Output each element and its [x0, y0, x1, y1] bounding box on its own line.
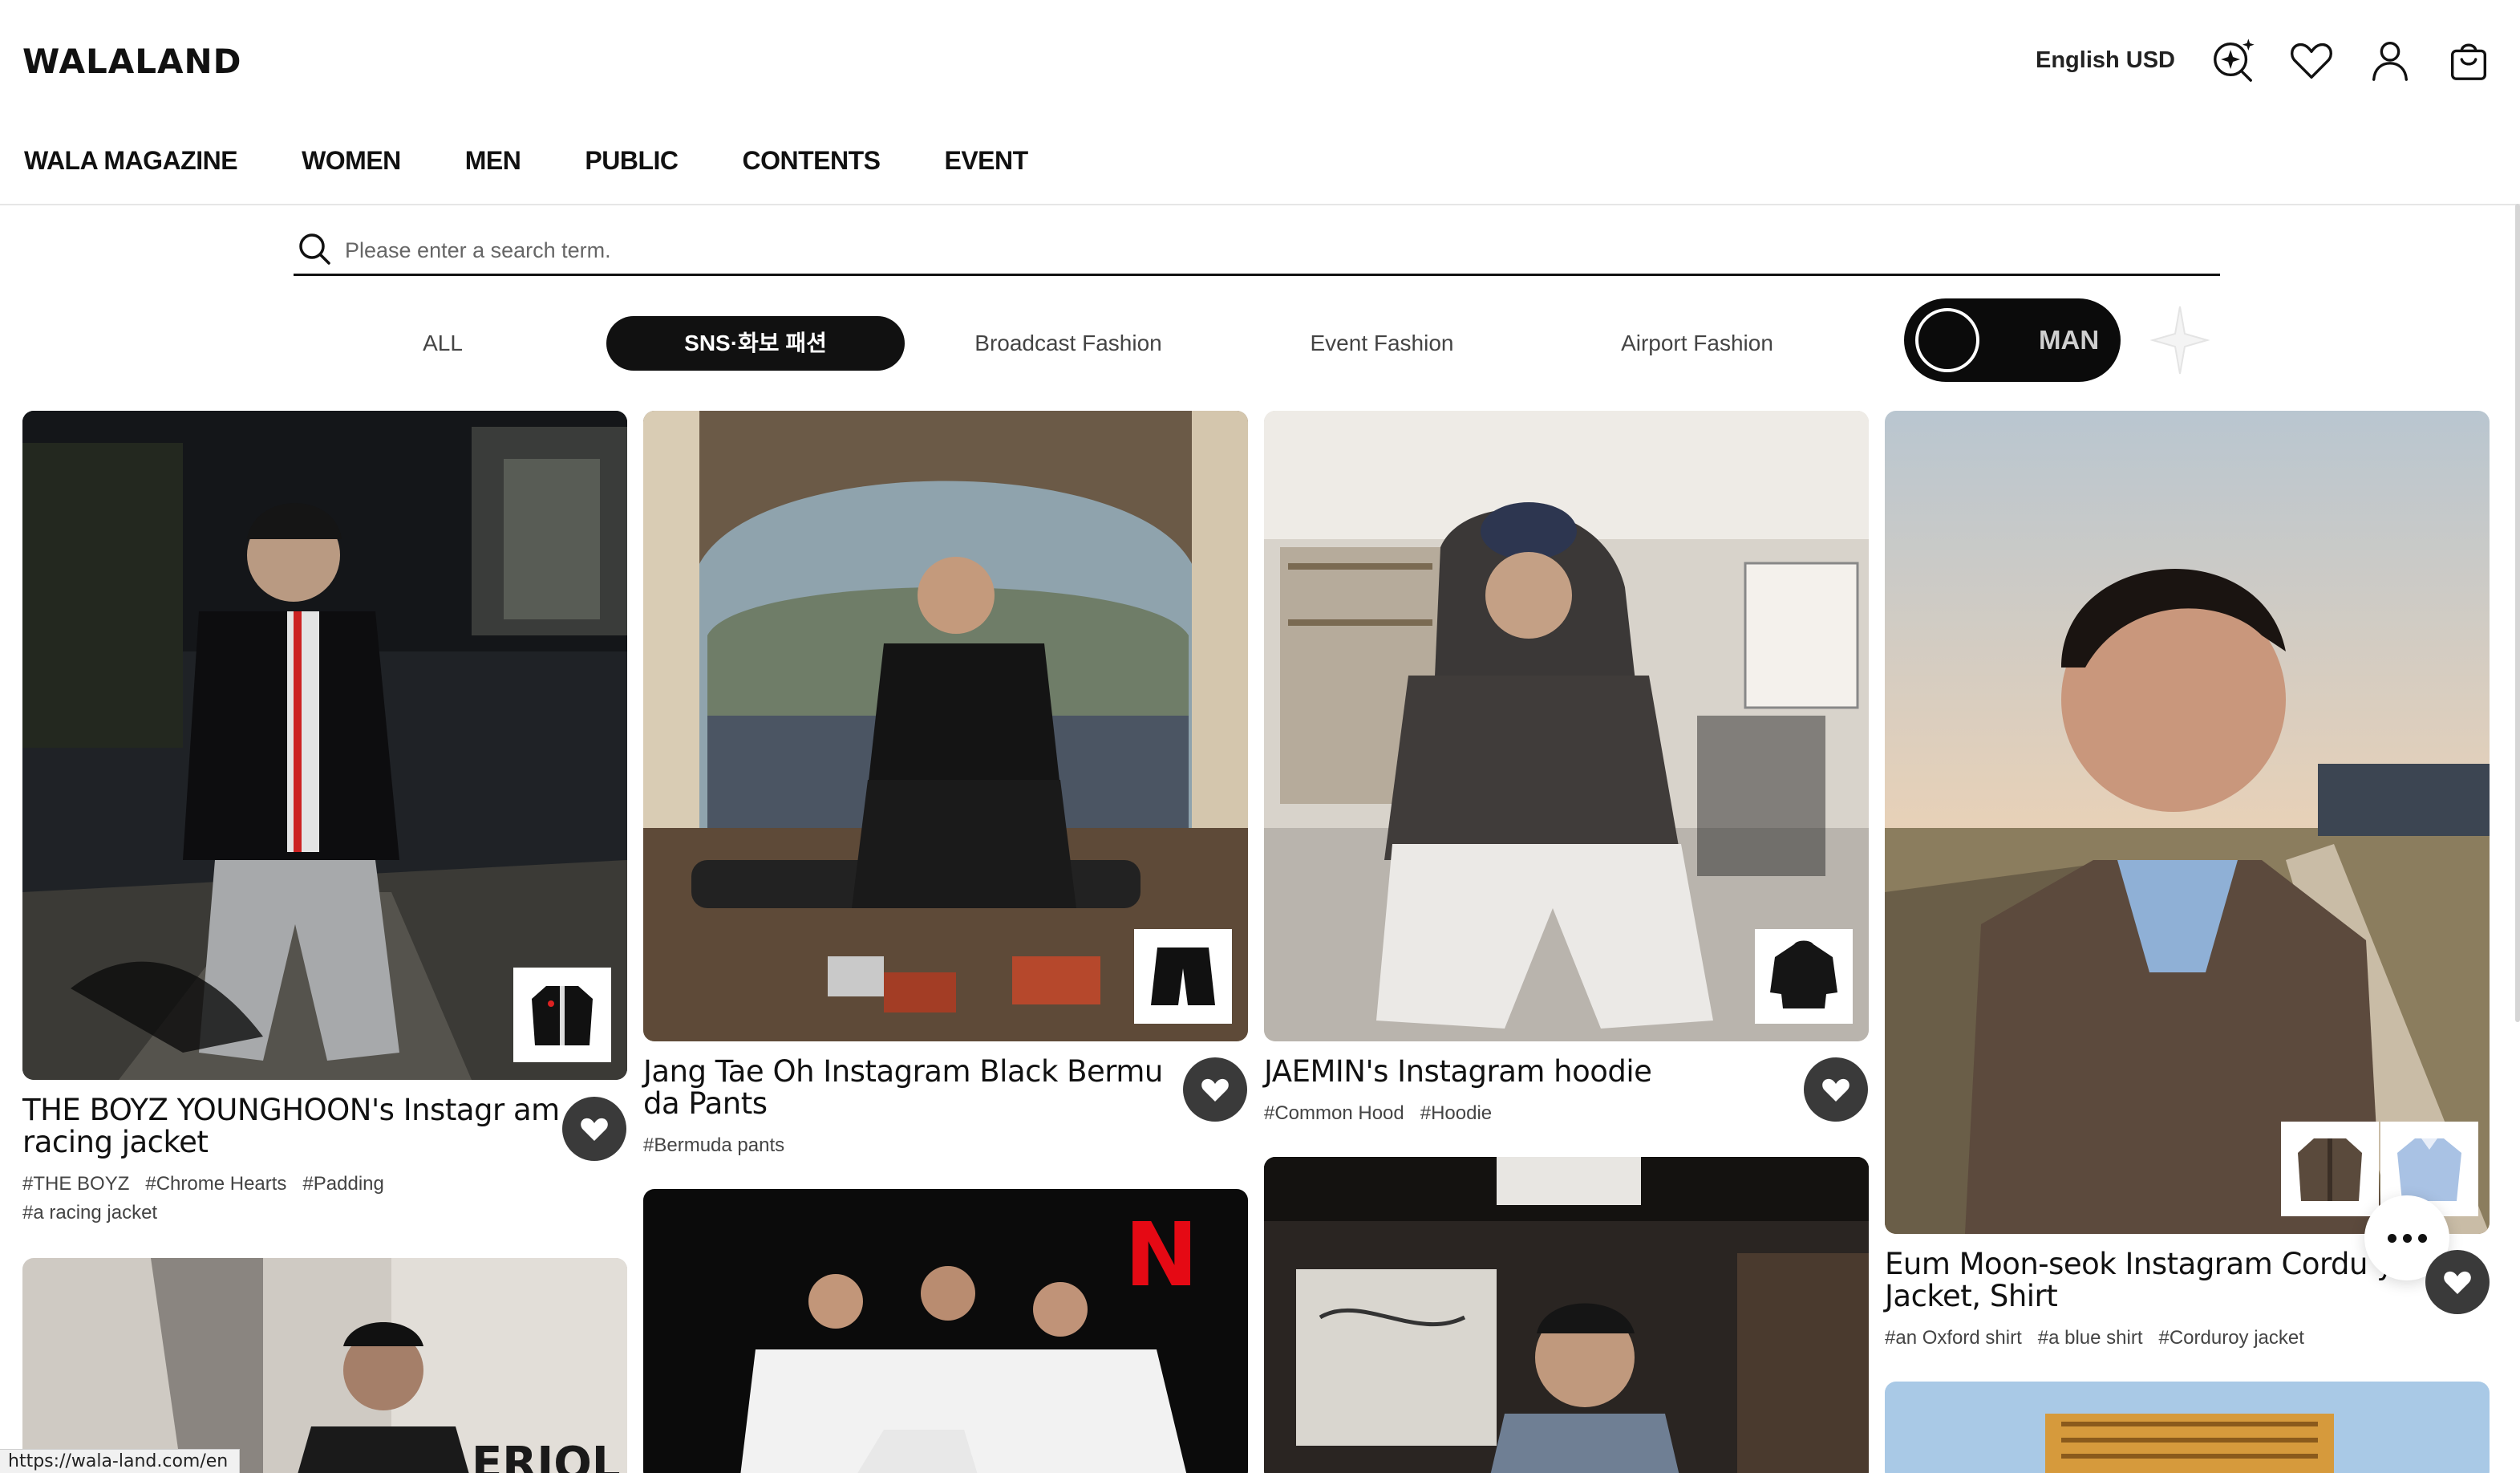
page-scrollbar[interactable] — [2515, 204, 2520, 1022]
tag[interactable]: #Corduroy jacket — [2159, 1327, 2304, 1349]
header-actions: English USD — [2036, 32, 2493, 88]
like-button[interactable] — [1183, 1057, 1247, 1122]
svg-text:ERIOL: ERIOL — [472, 1438, 621, 1473]
card-title[interactable]: Jang Tae Oh Instagram Black Bermu da Pan… — [643, 1056, 1189, 1120]
tag[interactable]: #Hoodie — [1420, 1102, 1492, 1124]
product-thumb-corduroy-jacket[interactable] — [2281, 1122, 2379, 1216]
card-image-eum-moon-seok[interactable] — [1885, 411, 2490, 1234]
card-image-5[interactable]: ERIOL — [22, 1258, 627, 1473]
user-icon[interactable] — [2366, 36, 2414, 84]
dot — [2387, 1233, 2396, 1243]
card-tags: #an Oxford shirt #a blue shirt #Corduroy j… — [1885, 1324, 2446, 1353]
like-button[interactable] — [2425, 1250, 2490, 1314]
heart-filled-icon — [581, 1118, 608, 1141]
heart-filled-icon — [2444, 1271, 2471, 1294]
tag[interactable]: #an Oxford shirt — [1885, 1327, 2022, 1349]
tag[interactable]: #Bermuda pants — [643, 1134, 784, 1156]
heart-icon[interactable] — [2287, 36, 2336, 84]
tab-event-fashion[interactable]: Event Fashion — [1283, 316, 1481, 371]
tag[interactable]: #Common Hood — [1264, 1102, 1404, 1124]
card-image-restaurant[interactable] — [1264, 1157, 1869, 1473]
product-thumb-racing-jacket[interactable] — [513, 968, 611, 1062]
product-thumb-hoodie[interactable] — [1755, 929, 1853, 1024]
svg-text:N: N — [1124, 1203, 1198, 1306]
tag[interactable]: #Chrome Hearts — [145, 1173, 286, 1195]
like-button[interactable] — [562, 1097, 626, 1161]
ai-search-icon[interactable] — [2209, 36, 2257, 84]
main-navigation: WALA MAGAZINE WOMEN MEN PUBLIC CONTENTS … — [24, 146, 1028, 176]
tab-all[interactable]: ALL — [346, 316, 539, 371]
card-image-netflix-group[interactable]: N — [643, 1189, 1248, 1473]
card-title[interactable]: JAEMIN's Instagram hoodie — [1264, 1056, 1809, 1088]
card-title[interactable]: THE BOYZ YOUNGHOON's Instagr am racing j… — [22, 1094, 568, 1159]
dot — [2402, 1233, 2412, 1243]
tag[interactable]: #Padding — [302, 1173, 383, 1195]
nav-contents[interactable]: CONTENTS — [742, 146, 881, 176]
sparkle-icon — [2149, 306, 2210, 375]
gender-toggle[interactable]: MAN — [1904, 298, 2121, 382]
tab-broadcast-fashion[interactable]: Broadcast Fashion — [959, 316, 1177, 371]
search-icon — [299, 233, 330, 265]
heart-filled-icon — [1201, 1078, 1229, 1102]
card-image-younghoon[interactable] — [22, 411, 627, 1080]
card-tags: #Common Hood #Hoodie — [1264, 1099, 1825, 1128]
nav-wala-magazine[interactable]: WALA MAGAZINE — [24, 146, 238, 176]
shopping-bag-icon[interactable] — [2445, 36, 2493, 84]
tab-sns-photoshoot[interactable]: SNS·화보 패션 — [606, 316, 905, 371]
tag[interactable]: #a racing jacket — [22, 1202, 157, 1223]
tab-airport-fashion[interactable]: Airport Fashion — [1601, 316, 1793, 371]
tag[interactable]: #THE BOYZ — [22, 1173, 129, 1195]
nav-women[interactable]: WOMEN — [302, 146, 401, 176]
nav-men[interactable]: MEN — [465, 146, 521, 176]
dot — [2417, 1233, 2427, 1243]
search-bar — [294, 223, 2220, 276]
card-tags: #Bermuda pants — [643, 1131, 1205, 1160]
card-image-jaemin[interactable] — [1264, 411, 1869, 1041]
header-divider — [0, 204, 2520, 205]
search-input[interactable] — [345, 233, 2109, 263]
nav-public[interactable]: PUBLIC — [585, 146, 679, 176]
language-currency-selector[interactable]: English USD — [2036, 47, 2175, 74]
nav-event[interactable]: EVENT — [944, 146, 1028, 176]
walaland-logo[interactable]: WALALAND — [22, 42, 242, 81]
card-tags: #THE BOYZ #Chrome Hearts #Padding #a racin… — [22, 1170, 584, 1228]
card-image-jang-tae-oh[interactable] — [643, 411, 1248, 1041]
card-title[interactable]: Eum Moon-seok Instagram Cordu y Jacket, … — [1885, 1248, 2398, 1313]
browser-status-url: https://wala-land.com/en — [0, 1449, 241, 1473]
toggle-knob — [1915, 308, 1979, 372]
product-thumb-bermuda-pants[interactable] — [1134, 929, 1232, 1024]
tag[interactable]: #a blue shirt — [2038, 1327, 2143, 1349]
toggle-label: MAN — [2039, 325, 2100, 355]
card-image-building[interactable] — [1885, 1382, 2490, 1473]
